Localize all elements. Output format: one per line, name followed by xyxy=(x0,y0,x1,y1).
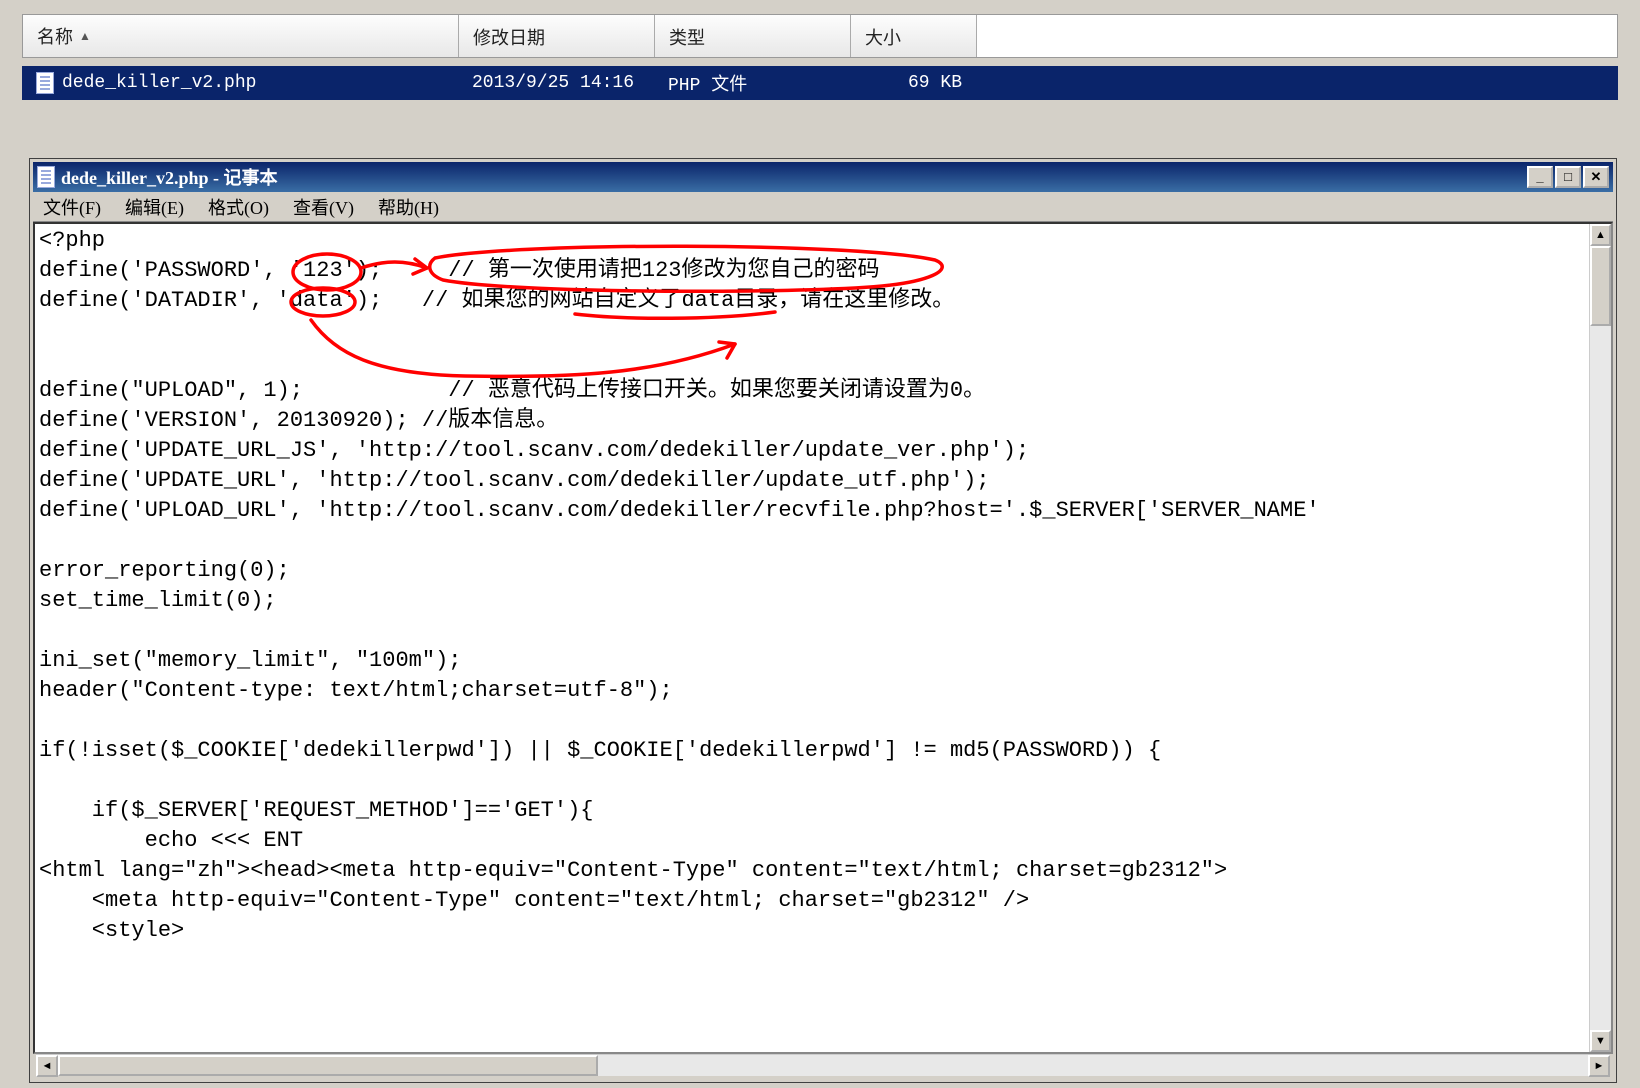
scroll-down-button[interactable]: ▼ xyxy=(1590,1030,1611,1052)
column-type-label: 类型 xyxy=(669,28,705,48)
menu-edit[interactable]: 编辑(E) xyxy=(121,192,188,222)
file-size: 69 KB xyxy=(850,69,976,97)
horizontal-scrollbar[interactable]: ◄ ► xyxy=(36,1054,1610,1076)
file-date: 2013/9/25 14:16 xyxy=(458,69,654,97)
notepad-icon xyxy=(37,166,55,188)
menubar: 文件(F) 编辑(E) 格式(O) 查看(V) 帮助(H) xyxy=(33,192,1613,222)
maximize-button[interactable]: □ xyxy=(1555,166,1581,188)
column-name[interactable]: 名称 ▲ xyxy=(23,15,459,57)
sort-ascending-icon: ▲ xyxy=(79,29,91,44)
menu-format[interactable]: 格式(O) xyxy=(204,192,273,222)
menu-view[interactable]: 查看(V) xyxy=(289,192,358,222)
scroll-track-h[interactable] xyxy=(598,1055,1588,1076)
notepad-window: dede_killer_v2.php - 记事本 _ □ ✕ 文件(F) 编辑(… xyxy=(30,159,1616,1082)
file-row-selected[interactable]: dede_killer_v2.php 2013/9/25 14:16 PHP 文… xyxy=(22,66,1618,100)
file-type: PHP 文件 xyxy=(654,66,850,100)
column-size[interactable]: 大小 xyxy=(851,15,977,57)
column-type[interactable]: 类型 xyxy=(655,15,851,57)
close-button[interactable]: ✕ xyxy=(1583,166,1609,188)
menu-help[interactable]: 帮助(H) xyxy=(374,192,443,222)
php-file-icon xyxy=(36,72,54,94)
scroll-up-button[interactable]: ▲ xyxy=(1590,224,1611,246)
editor-container: <?php define('PASSWORD', '123'); // 第一次使… xyxy=(33,222,1613,1054)
window-title: dede_killer_v2.php - 记事本 xyxy=(61,164,1527,190)
scroll-thumb-h[interactable] xyxy=(58,1055,598,1076)
column-name-label: 名称 xyxy=(37,23,73,49)
minimize-button[interactable]: _ xyxy=(1527,166,1553,188)
scroll-thumb-v[interactable] xyxy=(1590,246,1611,326)
vertical-scrollbar[interactable]: ▲ ▼ xyxy=(1589,224,1611,1052)
column-date-label: 修改日期 xyxy=(473,28,545,48)
file-name: dede_killer_v2.php xyxy=(62,73,256,93)
menu-file[interactable]: 文件(F) xyxy=(39,192,105,222)
column-size-label: 大小 xyxy=(865,28,901,48)
scroll-track-v[interactable] xyxy=(1590,326,1611,1030)
titlebar[interactable]: dede_killer_v2.php - 记事本 _ □ ✕ xyxy=(33,162,1613,192)
explorer-column-header: 名称 ▲ 修改日期 类型 大小 xyxy=(22,14,1618,58)
text-editor[interactable]: <?php define('PASSWORD', '123'); // 第一次使… xyxy=(35,224,1589,1052)
column-date[interactable]: 修改日期 xyxy=(459,15,655,57)
